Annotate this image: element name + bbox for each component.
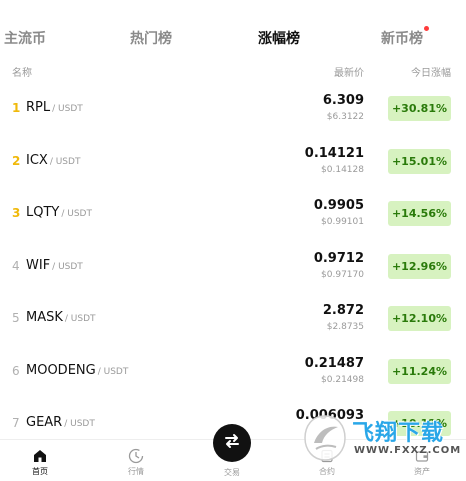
usd-price: $0.97170 [321, 269, 364, 280]
quote-currency: / USDT [52, 261, 83, 272]
usd-price: $0.14128 [321, 164, 364, 175]
last-price: 6.309 [322, 93, 364, 108]
column-header-name: 名称 [12, 68, 32, 79]
symbol: MOODENG / USDT [26, 362, 129, 378]
usd-price: $6.3122 [326, 112, 364, 122]
table-row[interactable]: 6 MOODENG / USDT 0.21487 $0.21498 +11.24% [0, 345, 466, 398]
usd-price: $2.8735 [326, 322, 364, 332]
watermark-logo-icon [302, 413, 348, 467]
change-badge: +14.56% [388, 201, 451, 226]
notification-dot [424, 26, 429, 31]
home-icon [10, 447, 70, 464]
tab-new-coins[interactable]: 新币榜 [381, 26, 429, 48]
quote-currency: / USDT [52, 104, 83, 114]
rank: 4 [12, 258, 20, 273]
table-row[interactable]: 2 ICX / USDT 0.14121 $0.14128 +15.01% [0, 135, 466, 188]
change-badge: +15.01% [388, 148, 451, 174]
symbol: ICX / USDT [26, 152, 81, 168]
usd-price: $0.21498 [321, 374, 364, 385]
last-price: 0.21487 [304, 355, 364, 371]
tab-mainstream[interactable]: 主流币 [4, 28, 46, 48]
last-price: 0.14121 [304, 145, 364, 161]
trade-swap-button[interactable] [213, 424, 251, 462]
rank: 7 [12, 416, 20, 430]
change-badge: +30.81% [388, 96, 451, 121]
market-icon [106, 447, 166, 464]
quote-currency: / USDT [64, 419, 95, 429]
rank: 3 [12, 206, 21, 220]
symbol: WIF / USDT [26, 257, 83, 273]
nav-market[interactable]: 行情 [106, 447, 166, 477]
symbol: LQTY / USDT [26, 205, 92, 220]
site-watermark: 飞翔下载 WWW.FXXZ.COM [302, 411, 462, 471]
nav-trade[interactable]: 交易 [202, 465, 262, 478]
table-row[interactable]: 4 WIF / USDT 0.9712 $0.97170 +12.96% [0, 240, 466, 293]
rank: 6 [12, 363, 20, 378]
usd-price: $0.99101 [321, 217, 364, 227]
last-price: 0.9712 [313, 250, 364, 266]
nav-home[interactable]: 首页 [10, 447, 70, 477]
quote-currency: / USDT [49, 156, 81, 167]
ticker-list: 1 RPL / USDT 6.309 $6.3122 +30.81% 2 ICX /… [0, 82, 466, 450]
change-badge: +12.10% [388, 306, 451, 331]
table-row[interactable]: 5 MASK / USDT 2.872 $2.8735 +12.10% [0, 292, 466, 345]
market-tabs: 主流币 热门榜 涨幅榜 新币榜 [0, 26, 466, 52]
quote-currency: / USDT [97, 366, 129, 377]
quote-currency: / USDT [64, 314, 96, 324]
last-price: 2.872 [322, 303, 364, 318]
column-header-price: 最新价 [334, 68, 364, 79]
symbol: RPL / USDT [26, 100, 83, 115]
table-row[interactable]: 1 RPL / USDT 6.309 $6.3122 +30.81% [0, 82, 466, 135]
rank: 1 [12, 101, 21, 115]
change-badge: +11.24% [388, 358, 451, 384]
symbol: GEAR / USDT [26, 415, 95, 430]
tab-hot[interactable]: 热门榜 [130, 28, 172, 48]
column-header-change: 今日涨幅 [411, 68, 451, 79]
rank: 2 [12, 153, 21, 168]
change-badge: +12.96% [388, 253, 451, 279]
table-row[interactable]: 3 LQTY / USDT 0.9905 $0.99101 +14.56% [0, 187, 466, 240]
quote-currency: / USDT [61, 209, 92, 219]
last-price: 0.9905 [313, 198, 364, 213]
tab-gainers[interactable]: 涨幅榜 [258, 28, 300, 48]
symbol: MASK / USDT [26, 310, 96, 325]
swap-icon [222, 431, 242, 455]
rank: 5 [12, 311, 20, 325]
